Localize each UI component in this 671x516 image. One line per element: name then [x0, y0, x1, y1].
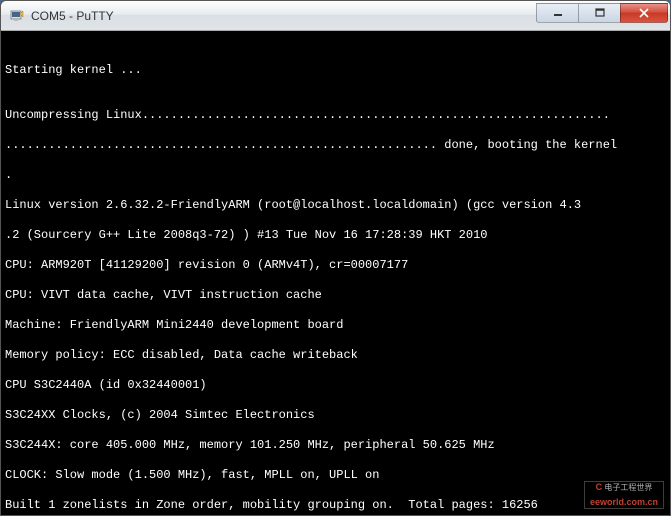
terminal-line: Starting kernel ...	[5, 63, 666, 78]
terminal-line: Memory policy: ECC disabled, Data cache …	[5, 348, 666, 363]
titlebar[interactable]: COM5 - PuTTY	[1, 1, 670, 31]
minimize-button[interactable]	[536, 3, 578, 23]
terminal-line: CPU: VIVT data cache, VIVT instruction c…	[5, 288, 666, 303]
terminal-line: .	[5, 168, 666, 183]
terminal-line: Uncompressing Linux.....................…	[5, 108, 666, 123]
terminal-line: S3C244X: core 405.000 MHz, memory 101.25…	[5, 438, 666, 453]
terminal-line: CPU S3C2440A (id 0x32440001)	[5, 378, 666, 393]
app-icon	[9, 8, 25, 24]
terminal-line: Built 1 zonelists in Zone order, mobilit…	[5, 498, 666, 513]
maximize-button[interactable]	[578, 3, 620, 23]
putty-window: COM5 - PuTTY Starting kernel ... Uncompr…	[0, 0, 671, 516]
terminal-line: Linux version 2.6.32.2-FriendlyARM (root…	[5, 198, 666, 213]
watermark-url: eeworld.com.cn	[590, 495, 658, 510]
window-title: COM5 - PuTTY	[31, 9, 536, 23]
close-button[interactable]	[620, 3, 668, 23]
terminal-line: .2 (Sourcery G++ Lite 2008q3-72) ) #13 T…	[5, 228, 666, 243]
terminal-line: CPU: ARM920T [41129200] revision 0 (ARMv…	[5, 258, 666, 273]
terminal-line: Machine: FriendlyARM Mini2440 developmen…	[5, 318, 666, 333]
terminal-line: CLOCK: Slow mode (1.500 MHz), fast, MPLL…	[5, 468, 666, 483]
terminal-output[interactable]: Starting kernel ... Uncompressing Linux.…	[1, 31, 670, 515]
terminal-line: S3C24XX Clocks, (c) 2004 Simtec Electron…	[5, 408, 666, 423]
window-controls	[536, 8, 668, 23]
watermark: C C 电子工程世界电子工程世界 eeworld.com.cn	[584, 481, 664, 509]
terminal-line: ........................................…	[5, 138, 666, 153]
